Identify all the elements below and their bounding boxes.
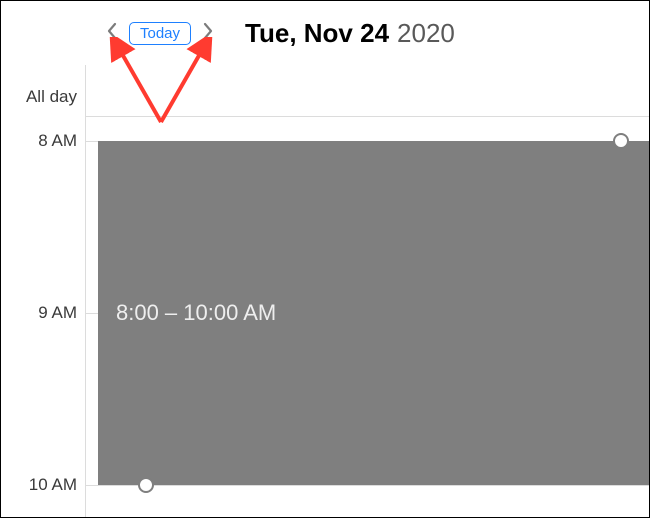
today-button[interactable]: Today <box>129 22 191 45</box>
next-day-button[interactable] <box>197 22 219 44</box>
prev-day-button[interactable] <box>101 22 123 44</box>
event-resize-handle-top[interactable] <box>613 133 629 149</box>
toolbar: Today Tue, Nov 24 2020 <box>1 1 649 65</box>
chevron-right-icon <box>202 22 214 45</box>
day-column[interactable]: 8:00 – 10:00 AM <box>85 65 649 517</box>
date-title: Tue, Nov 24 2020 <box>245 18 455 49</box>
allday-label: All day <box>26 87 77 107</box>
hour-label-10am: 10 AM <box>29 475 77 495</box>
date-year: 2020 <box>397 18 455 49</box>
allday-row[interactable] <box>86 65 649 117</box>
chevron-left-icon <box>106 22 118 45</box>
event-resize-handle-bottom[interactable] <box>138 477 154 493</box>
time-gutter: All day 8 AM 9 AM 10 AM <box>1 65 85 517</box>
calendar-body: All day 8 AM 9 AM 10 AM 8:00 – 10:00 AM <box>1 65 649 517</box>
calendar-event[interactable]: 8:00 – 10:00 AM <box>98 141 649 485</box>
hour-label-9am: 9 AM <box>38 303 77 323</box>
calendar-day-view: Today Tue, Nov 24 2020 All day 8 AM 9 AM… <box>0 0 650 518</box>
date-day: Tue, Nov 24 <box>245 18 389 49</box>
hour-gridline <box>86 485 649 486</box>
event-time-label: 8:00 – 10:00 AM <box>116 300 276 326</box>
hour-label-8am: 8 AM <box>38 131 77 151</box>
